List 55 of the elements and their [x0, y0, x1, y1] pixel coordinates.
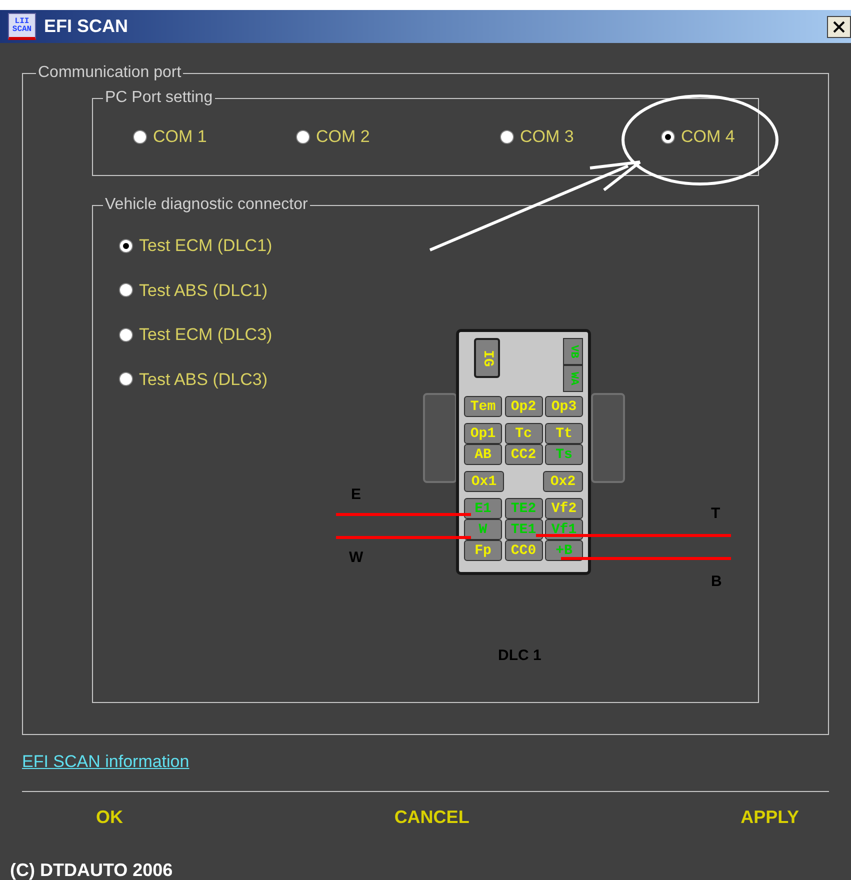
connector-pin: Ts [545, 444, 583, 465]
connector-pin: CC2 [504, 444, 542, 465]
radio-button[interactable] [119, 283, 133, 298]
app-logo: LII SCAN [8, 13, 36, 40]
radio-label[interactable]: COM 4 [681, 124, 735, 150]
radio-label[interactable]: Test ECM (DLC1) [139, 233, 272, 258]
info-link[interactable]: EFI SCAN information [22, 752, 190, 771]
radio-button[interactable] [133, 130, 147, 144]
connector-pin: AB [464, 444, 502, 465]
connector-pin: CC0 [504, 540, 542, 561]
connector-pin: Tem [464, 396, 502, 417]
radio-label[interactable]: Test ABS (DLC1) [139, 278, 268, 303]
connector-pin: Vf2 [545, 498, 583, 519]
wire-label: E [351, 485, 362, 505]
dialog-button[interactable]: CANCEL [392, 804, 472, 831]
group-title: Vehicle diagnostic connector [104, 195, 309, 215]
connector-pin: E1 [464, 498, 502, 519]
wire-label: W [349, 548, 364, 568]
window-title: EFI SCAN [44, 15, 128, 38]
radio-button[interactable] [119, 238, 133, 253]
connector-pin: Op2 [504, 396, 542, 417]
radio-button[interactable] [119, 328, 133, 342]
connector-pin: W [464, 519, 502, 540]
radio-label[interactable]: Test ABS (DLC3) [139, 366, 268, 392]
connector-pin: TE1 [504, 519, 542, 540]
connector-pin: Ox1 [464, 471, 504, 492]
close-icon [833, 20, 845, 32]
connector-pin: TE2 [504, 498, 542, 519]
connector-pin: Tc [504, 423, 542, 444]
wire-label: T [711, 504, 720, 524]
group-title: Communication port [37, 63, 182, 83]
dialog-button[interactable]: APPLY [738, 804, 801, 831]
copyright-text: (C) DTDAUTO 2006 [10, 859, 174, 880]
radio-button[interactable] [119, 372, 133, 386]
connector-pin: VB [563, 338, 583, 365]
group-title: PC Port setting [104, 88, 214, 108]
radio-button[interactable] [296, 130, 310, 144]
radio-label[interactable]: COM 1 [153, 124, 207, 150]
connector-pin: Op1 [464, 423, 502, 444]
close-button[interactable] [827, 16, 851, 38]
connector-pin: Tt [545, 423, 583, 444]
radio-label[interactable]: COM 3 [520, 124, 574, 150]
plug-label: IG [474, 338, 500, 378]
radio-label[interactable]: COM 2 [316, 124, 370, 150]
connector-pin: +B [545, 540, 583, 561]
radio-label[interactable]: Test ECM (DLC3) [139, 322, 272, 348]
connector-pin: Fp [464, 540, 502, 561]
connector-pin: WA [563, 365, 583, 392]
connector-pin: Op3 [545, 396, 583, 417]
dialog-button[interactable]: OK [94, 804, 125, 831]
radio-button[interactable] [661, 130, 675, 144]
connector-pin: Ox2 [543, 471, 583, 492]
radio-button[interactable] [500, 130, 514, 144]
connector-name: DLC 1 [498, 646, 542, 666]
wire-label: B [711, 572, 722, 592]
